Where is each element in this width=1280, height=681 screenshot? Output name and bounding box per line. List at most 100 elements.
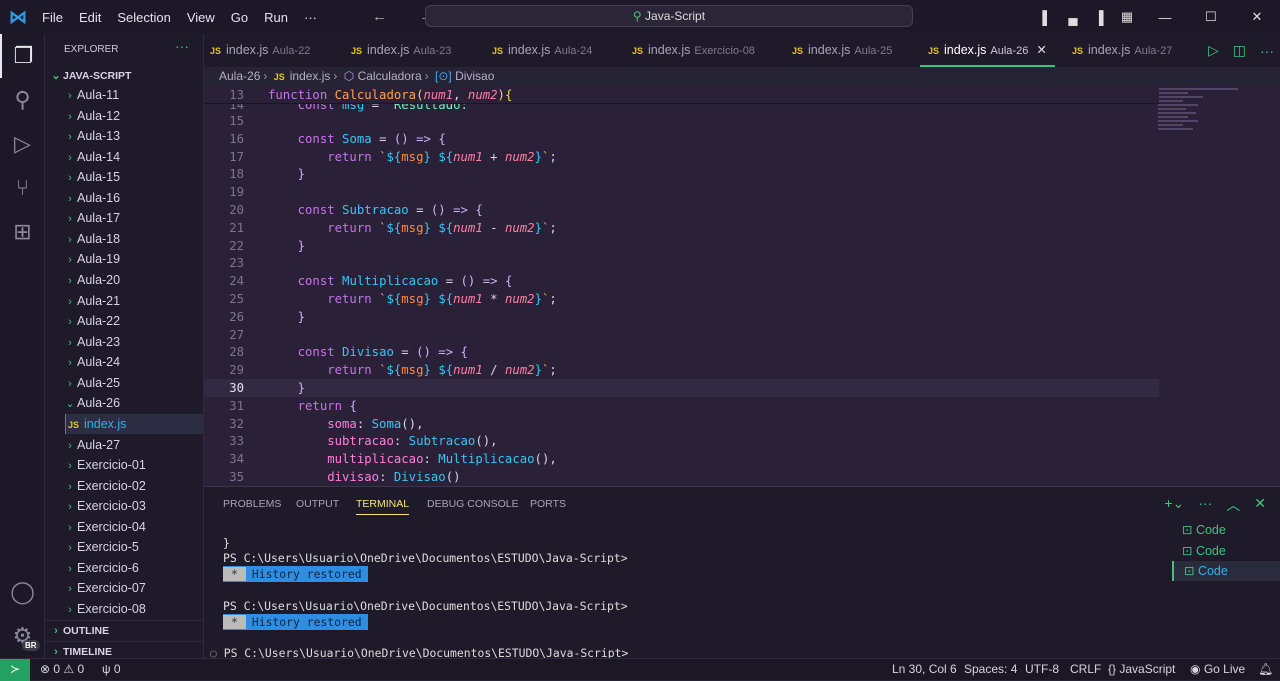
explorer-more-button[interactable]: ··· (175, 38, 189, 54)
toggle-sidebar-icon[interactable]: ▌ (1034, 10, 1060, 25)
folder-item[interactable]: › Aula-15 (45, 167, 203, 187)
close-window-button[interactable]: ✕ (1234, 9, 1280, 25)
folder-item[interactable]: › Aula-23 (45, 332, 203, 352)
new-terminal-icon[interactable]: +⌄ (1164, 495, 1184, 515)
folder-item[interactable]: › Aula-16 (45, 188, 203, 208)
indentation[interactable]: Spaces: 4 (964, 659, 1017, 680)
run-icon[interactable]: ▷ (1208, 42, 1219, 59)
menu-item-0[interactable]: File (42, 10, 63, 25)
minimize-button[interactable]: — (1142, 10, 1188, 25)
tab-aula-26[interactable]: JS index.js Aula-26 ✕ (920, 34, 1055, 67)
menu-item-2[interactable]: Selection (117, 10, 170, 25)
breadcrumb-symbol[interactable]: Divisao (455, 69, 494, 83)
tab-aula-25[interactable]: JS index.js Aula-25 (792, 34, 892, 67)
line-code: subtracao: Subtracao(), (268, 432, 497, 450)
customize-layout-icon[interactable]: ▦ (1112, 9, 1142, 25)
terminal-instance[interactable]: ⊡ Code (1172, 541, 1280, 561)
folder-item[interactable]: › Aula-24 (45, 352, 203, 372)
folder-item[interactable]: › Exercicio-08 (45, 599, 203, 619)
terminal-instance[interactable]: ⊡ Code (1172, 520, 1280, 540)
file-item[interactable]: JS index.js (65, 413, 203, 434)
folder-item[interactable]: › Aula-11 (45, 85, 203, 105)
tab-aula-24[interactable]: JS index.js Aula-24 (492, 34, 592, 67)
menu-item-6[interactable]: ··· (304, 10, 317, 25)
code-token: () => (430, 203, 476, 217)
panel-tab-ports[interactable]: PORTS (530, 498, 566, 510)
cursor-position[interactable]: Ln 30, Col 6 (892, 659, 957, 680)
menu-item-1[interactable]: Edit (79, 10, 101, 25)
folder-item[interactable]: › Aula-25 (45, 373, 203, 393)
breadcrumb-function[interactable]: Calculadora (358, 69, 422, 83)
extensions-icon[interactable]: ⊞ (0, 210, 45, 254)
search-icon[interactable]: ⚲ (0, 78, 45, 122)
maximize-panel-icon[interactable]: ︿ (1226, 495, 1240, 515)
language-mode[interactable]: {} JavaScript (1108, 659, 1175, 680)
toggle-panel-icon[interactable]: ▄ (1060, 10, 1086, 25)
source-control-icon[interactable]: ⑂ (0, 166, 45, 210)
workspace-root[interactable]: ⌄ JAVA-SCRIPT (45, 66, 203, 86)
account-icon[interactable]: ◯ (0, 570, 45, 614)
ports-status[interactable]: ψ 0 (102, 659, 121, 680)
explorer-icon[interactable]: ❐ (0, 34, 45, 78)
menu-item-4[interactable]: Go (231, 10, 248, 25)
breadcrumb-file[interactable]: index.js (290, 69, 331, 83)
folder-item[interactable]: › Aula-12 (45, 106, 203, 126)
line-number: 13 (229, 88, 244, 102)
folder-item[interactable]: › Aula-20 (45, 270, 203, 290)
folder-item[interactable]: › Exercicio-5 (45, 537, 203, 557)
folder-item[interactable]: › Exercicio-07 (45, 578, 203, 598)
panel-tab-output[interactable]: OUTPUT (296, 498, 339, 510)
tab-exercicio-08[interactable]: JS index.js Exercicio-08 (632, 34, 755, 67)
breadcrumb: Aula-26 › JS index.js › ⬡ Calculadora › [⊙] … (219, 69, 495, 83)
breadcrumb-folder[interactable]: Aula-26 (219, 69, 260, 83)
command-center-search[interactable]: ⚲ Java-Script (425, 5, 913, 27)
folder-item[interactable]: ⌄ Aula-26 (45, 393, 203, 413)
panel-tab-terminal[interactable]: TERMINAL (356, 498, 410, 515)
root-label: JAVA-SCRIPT (63, 70, 132, 82)
run-debug-icon[interactable]: ▷ (0, 122, 45, 166)
tab-aula-22[interactable]: JS index.js Aula-22 (210, 34, 310, 67)
menu-item-5[interactable]: Run (264, 10, 288, 25)
folder-item[interactable]: › Exercicio-04 (45, 517, 203, 537)
toggle-secondary-sidebar-icon[interactable]: ▐ (1086, 10, 1112, 25)
terminal-icon: ⊡ (1182, 523, 1196, 537)
outline-section[interactable]: › OUTLINE (45, 620, 203, 640)
manage-gear-icon[interactable]: ⚙ BR (0, 614, 45, 658)
panel-tab-debug-console[interactable]: DEBUG CONSOLE (427, 498, 519, 510)
minimap[interactable] (1158, 86, 1240, 166)
problems-status[interactable]: ⊗ 0 ⚠ 0 (40, 659, 84, 680)
folder-item[interactable]: › Aula-13 (45, 126, 203, 146)
folder-item[interactable]: › Aula-18 (45, 229, 203, 249)
remote-icon[interactable]: ≻ (0, 659, 30, 681)
folder-item[interactable]: › Exercicio-02 (45, 476, 203, 496)
status-bar: ≻ ⊗ 0 ⚠ 0 ψ 0 Ln 30, Col 6 Spaces: 4 UTF… (0, 658, 1280, 681)
folder-item[interactable]: › Aula-14 (45, 147, 203, 167)
tab-aula-27[interactable]: JS index.js Aula-27 (1072, 34, 1172, 67)
code-token: num2 (504, 292, 535, 306)
maximize-button[interactable]: ☐ (1188, 9, 1234, 25)
close-tab-icon[interactable]: ✕ (1036, 43, 1046, 57)
folder-item[interactable]: › Aula-22 (45, 311, 203, 331)
line-number: 26 (229, 309, 244, 324)
folder-item[interactable]: › Aula-17 (45, 208, 203, 228)
go-live-button[interactable]: ◉ Go Live (1190, 659, 1245, 680)
close-panel-icon[interactable]: ✕ (1254, 495, 1266, 515)
more-icon[interactable]: ··· (1198, 495, 1212, 515)
encoding[interactable]: UTF-8 (1025, 659, 1059, 680)
more-actions-icon[interactable]: ··· (1260, 43, 1274, 59)
code-editor[interactable]: 13 function Calculadora(num1, num2){14 co… (204, 86, 1280, 486)
notifications-bell-icon[interactable]: 🔔︎ (1258, 659, 1273, 680)
terminal-instance-active[interactable]: ⊡ Code (1172, 561, 1280, 581)
tab-aula-23[interactable]: JS index.js Aula-23 (351, 34, 451, 67)
folder-item[interactable]: › Aula-19 (45, 249, 203, 269)
folder-item[interactable]: › Exercicio-03 (45, 496, 203, 516)
split-editor-icon[interactable]: ◫ (1233, 42, 1246, 59)
line-ending[interactable]: CRLF (1070, 659, 1101, 680)
item-label: Aula-11 (77, 88, 120, 102)
folder-item[interactable]: › Aula-27 (45, 435, 203, 455)
menu-item-3[interactable]: View (187, 10, 215, 25)
folder-item[interactable]: › Exercicio-01 (45, 455, 203, 475)
folder-item[interactable]: › Exercicio-6 (45, 558, 203, 578)
panel-tab-problems[interactable]: PROBLEMS (223, 498, 281, 510)
folder-item[interactable]: › Aula-21 (45, 291, 203, 311)
